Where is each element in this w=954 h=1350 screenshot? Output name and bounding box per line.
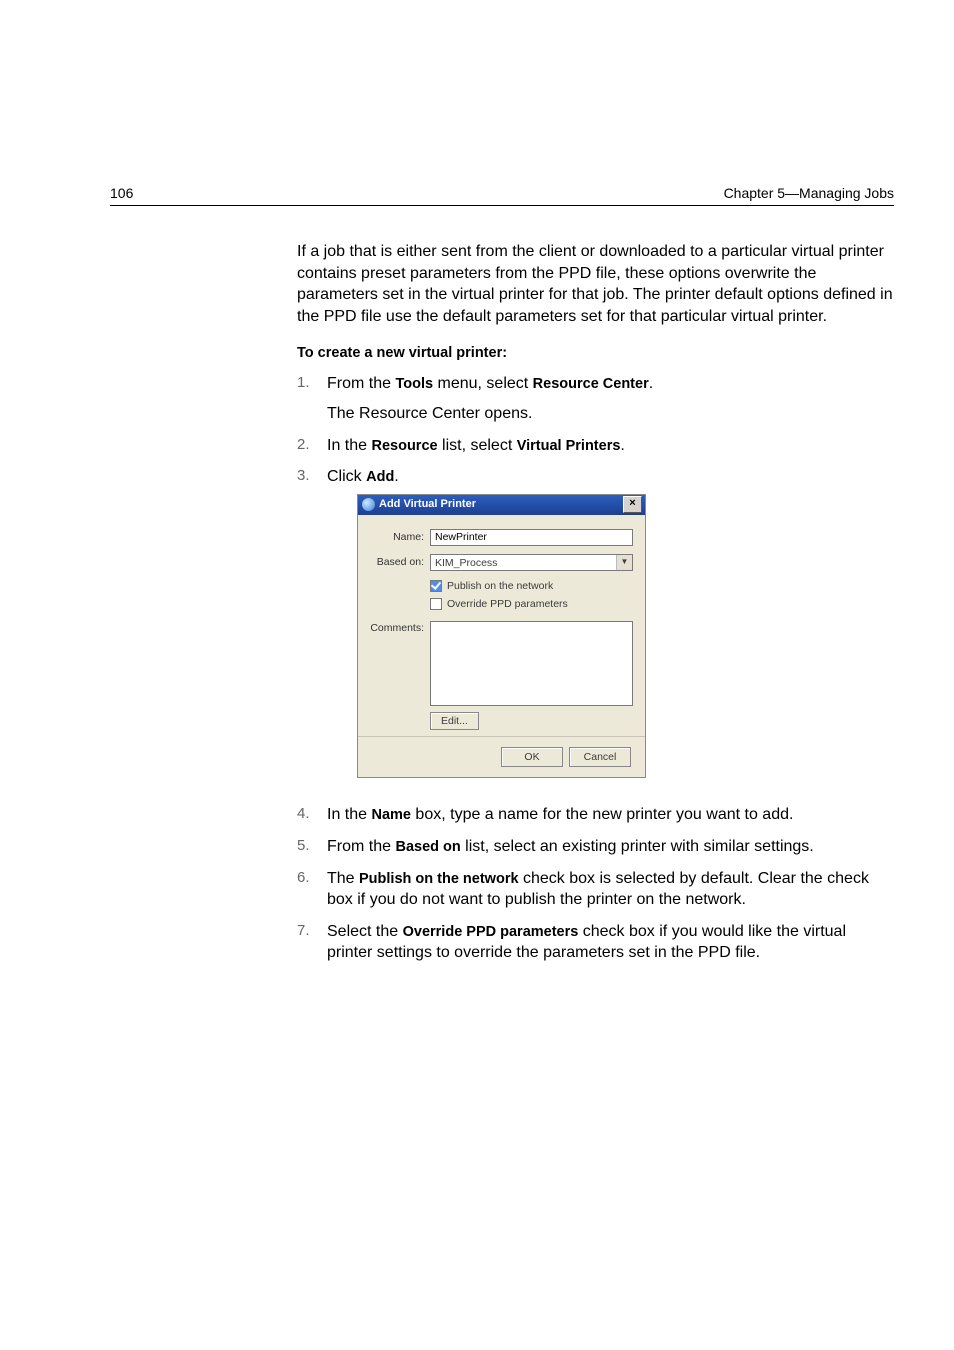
step-number-1: 1. (297, 373, 327, 424)
step-5-body: From the Based on list, select an existi… (327, 836, 894, 858)
ok-button[interactable]: OK (501, 747, 563, 767)
publish-checkbox[interactable] (430, 580, 442, 592)
comments-field[interactable] (430, 621, 633, 706)
step-2-body: In the Resource list, select Virtual Pri… (327, 435, 894, 457)
cancel-button[interactable]: Cancel (569, 747, 631, 767)
chapter-title: Chapter 5—Managing Jobs (724, 185, 894, 201)
page-header: 106 Chapter 5—Managing Jobs (110, 185, 894, 206)
step-number-4: 4. (297, 804, 327, 826)
divider (358, 736, 645, 737)
name-label: Name: (370, 530, 430, 544)
add-virtual-printer-dialog: Add Virtual Printer × Name: Based on: (357, 494, 646, 779)
override-checkbox[interactable] (430, 598, 442, 610)
comments-label: Comments: (370, 621, 430, 635)
step-3-body: Click Add. Add Virtual Printer × Name: (327, 466, 894, 794)
step-1-body: From the Tools menu, select Resource Cen… (327, 373, 894, 424)
procedure-heading: To create a new virtual printer: (297, 345, 894, 361)
based-on-select[interactable]: KIM_Process ▼ (430, 554, 633, 571)
chevron-down-icon[interactable]: ▼ (616, 555, 632, 570)
based-on-label: Based on: (370, 555, 430, 569)
publish-label: Publish on the network (447, 579, 553, 593)
step-number-6: 6. (297, 868, 327, 911)
edit-button[interactable]: Edit... (430, 712, 479, 730)
intro-paragraph: If a job that is either sent from the cl… (297, 241, 894, 327)
step-1-result: The Resource Center opens. (327, 403, 894, 425)
step-number-5: 5. (297, 836, 327, 858)
close-icon[interactable]: × (623, 496, 642, 513)
step-6-body: The Publish on the network check box is … (327, 868, 894, 911)
step-number-3: 3. (297, 466, 327, 794)
page-number: 106 (110, 185, 133, 201)
step-number-2: 2. (297, 435, 327, 457)
dialog-titlebar[interactable]: Add Virtual Printer × (358, 495, 645, 515)
name-field[interactable] (430, 529, 633, 546)
step-number-7: 7. (297, 921, 327, 964)
dialog-title: Add Virtual Printer (379, 497, 476, 512)
based-on-value: KIM_Process (431, 555, 616, 570)
app-icon (362, 498, 375, 511)
step-7-body: Select the Override PPD parameters check… (327, 921, 894, 964)
override-label: Override PPD parameters (447, 597, 568, 611)
step-4-body: In the Name box, type a name for the new… (327, 804, 894, 826)
